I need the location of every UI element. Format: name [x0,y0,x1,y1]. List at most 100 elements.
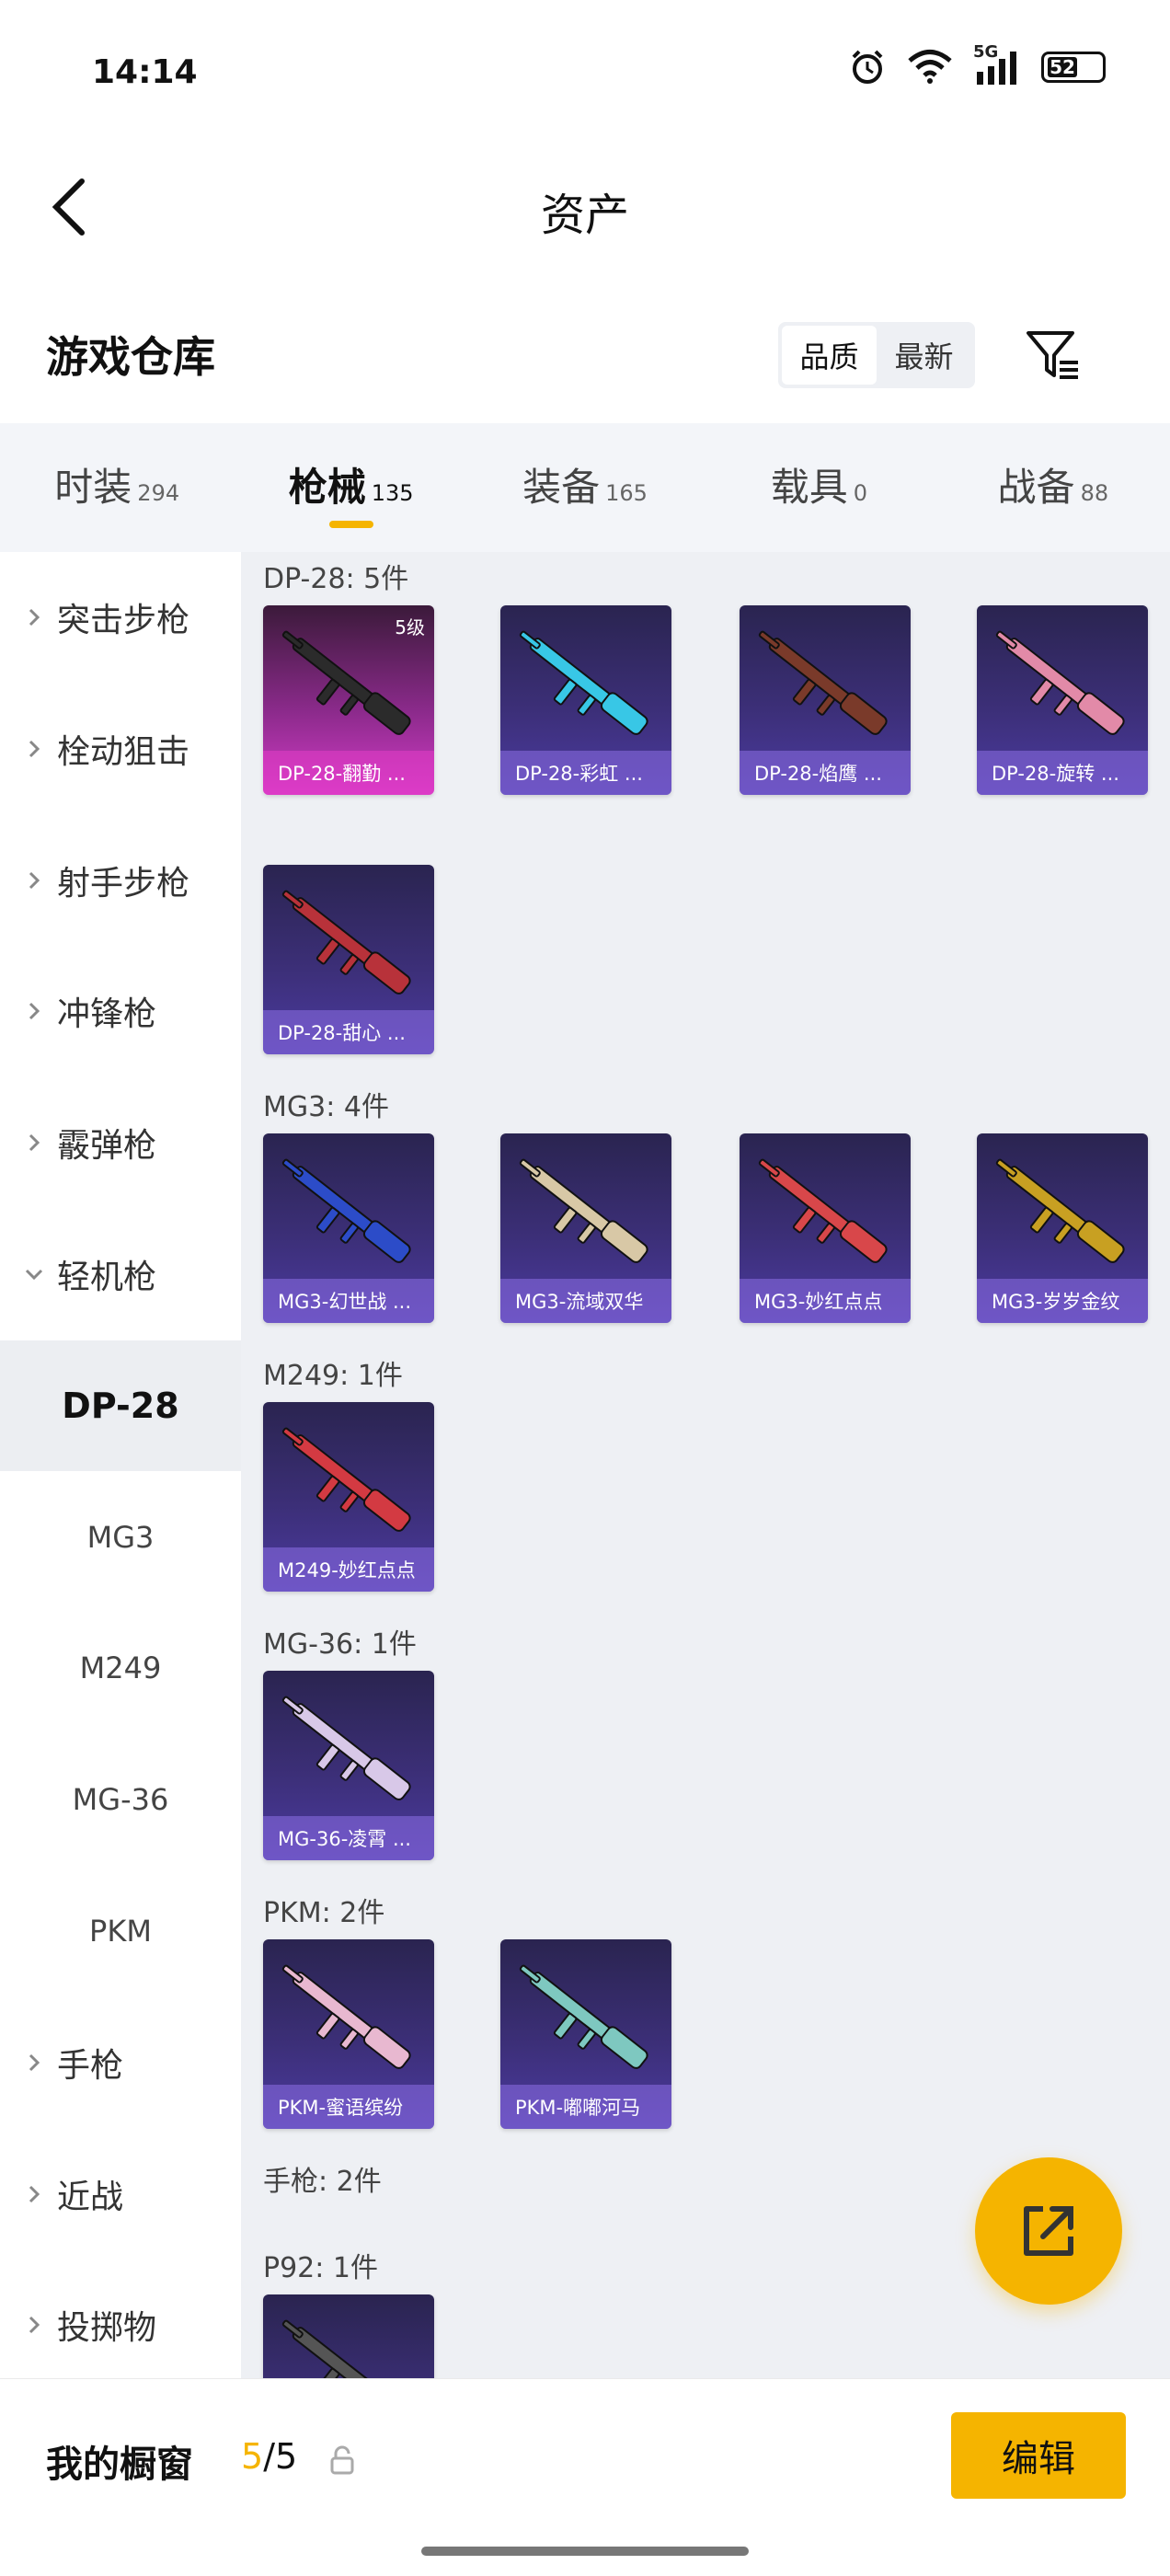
weapon-name: DP-28-彩虹 ... [500,751,671,795]
weapon-card[interactable]: DP-28-旋转 ... [977,605,1148,795]
tab-count: 165 [605,480,648,506]
sort-latest-option[interactable]: 最新 [877,326,971,385]
battery-icon: 52 [1041,52,1106,83]
edit-button[interactable]: 编辑 [951,2412,1126,2499]
weapon-grid: DP-28: 5件 5级 DP-28-翻勤 ... DP-28-彩虹 ... DP-28… [241,552,1170,2378]
sidebar-item[interactable]: 射手步枪 [0,815,241,946]
warehouse-title: 游戏仓库 [46,332,215,382]
warehouse-header: 游戏仓库 品质 最新 [0,267,1170,423]
sidebar-item[interactable]: 手枪 [0,1997,241,2128]
weapon-card[interactable]: DP-28-焰鹰 ... [740,605,911,795]
status-time: 14:14 [92,53,198,91]
tab-fashion[interactable]: 时装 294 [0,423,234,552]
home-indicator[interactable] [421,2547,749,2556]
sidebar-item-label: DP-28 [62,1385,179,1426]
weapon-card[interactable]: MG3-岁岁金纹 [977,1133,1148,1323]
weapon-card[interactable]: PKM-嘟嘟河马 [500,1939,671,2129]
weapon-card[interactable]: MG3-幻世战 ... [263,1133,434,1323]
page-title: 资产 [540,190,629,241]
sidebar-item-label: 突击步枪 [57,602,190,639]
weapon-card[interactable]: DP-28-甜心 ... [263,865,434,1054]
tab-count: 88 [1080,480,1109,506]
chevron-right-icon [29,2317,40,2334]
tab-supplies[interactable]: 战备 88 [936,423,1170,552]
chevron-right-icon [29,608,40,627]
weapon-card[interactable]: PKM-蜜语缤纷 [263,1939,434,2129]
weapon-name: M249-妙红点点 [263,1547,434,1592]
sidebar-item-label: 栓动狙击 [57,732,190,771]
sidebar-item[interactable]: 近战 [0,2129,241,2260]
sidebar-item[interactable]: 轻机枪 [0,1209,241,1340]
weapon-sidebar: 突击步枪栓动狙击射手步枪冲锋枪霰弹枪轻机枪 DP-28 MG3 M249 MG-36 PK… [0,552,241,2378]
sidebar-item[interactable]: 冲锋枪 [0,946,241,1076]
weapon-name: DP-28-焰鹰 ... [740,751,911,795]
category-tabs: 时装 294 枪械 135 装备 165 载具 0 战备 88 [0,423,1170,552]
sidebar-item[interactable]: 突击步枪 [0,552,241,683]
chevron-right-icon [29,2053,40,2071]
sidebar-item[interactable]: M249 [0,1603,241,1733]
sidebar-item[interactable]: 霰弹枪 [0,1077,241,1208]
level-badge: 5级 [395,616,425,638]
tab-label: 枪械 [288,465,366,510]
showcase-current: 5 [241,2436,264,2477]
weapon-image [995,630,1125,735]
weapon-card[interactable]: M249-妙红点点 [263,1402,434,1592]
weapon-name: MG3-流域双华 [500,1279,671,1323]
tab-label: 战备 [997,465,1075,510]
group-title: MG-36: 1件 [263,1628,417,1661]
share-fab-button[interactable] [975,2157,1122,2305]
sidebar-item-label: MG-36 [72,1782,169,1818]
status-bar: 14:14 5G 52 [0,0,1170,147]
chevron-down-icon [25,1269,43,1281]
weapon-image [281,890,411,995]
chevron-right-icon [29,740,40,757]
group-title: MG3: 4件 [263,1091,389,1123]
weapon-name: MG3-岁岁金纹 [977,1279,1148,1323]
nav-bar: 资产 [0,147,1170,267]
sidebar-item[interactable]: 投掷物 [0,2260,241,2390]
weapon-card[interactable]: DP-28-彩虹 ... [500,605,671,795]
showcase-count: 5/5 [241,2436,297,2477]
sidebar-item[interactable]: MG3 [0,1472,241,1603]
tab-label: 载具 [770,465,848,510]
tab-equipment[interactable]: 装备 165 [468,423,702,552]
sidebar-item[interactable]: PKM [0,1866,241,1996]
alarm-icon [852,50,883,84]
tab-guns[interactable]: 枪械 135 [234,423,467,552]
sidebar-item-label: 射手步枪 [57,864,190,903]
sidebar-item[interactable]: DP-28 [0,1340,241,1471]
filter-icon[interactable] [1023,326,1082,385]
weapon-name: MG-36-凌霄 ... [263,1816,434,1860]
weapon-image [281,1964,411,2069]
weapon-image [758,630,888,735]
tab-vehicles[interactable]: 载具 0 [702,423,935,552]
weapon-image [281,1696,411,1800]
sort-quality-option[interactable]: 品质 [782,326,877,385]
weapon-card[interactable]: MG-36-凌霄 ... [263,1671,434,1860]
weapon-image [281,1158,411,1263]
battery-level: 52 [1048,57,1077,77]
cellular-icon: 5G [973,42,1021,86]
tab-count: 294 [137,480,180,506]
weapon-card[interactable]: MG3-妙红点点 [740,1133,911,1323]
weapon-name: DP-28-翻勤 ... [263,751,434,795]
sort-toggle: 品质 最新 [778,322,975,388]
weapon-card[interactable]: MG3-流域双华 [500,1133,671,1323]
tab-label: 装备 [522,465,601,510]
tab-count: 0 [853,480,868,506]
sidebar-item[interactable]: 栓动狙击 [0,684,241,814]
sidebar-item[interactable]: MG-36 [0,1734,241,1865]
weapon-card[interactable] [263,2294,434,2378]
showcase-label: 我的橱窗 [46,2444,193,2486]
weapon-image [519,630,648,735]
sidebar-item-label: 轻机枪 [57,1259,157,1296]
weapon-image [281,1427,411,1532]
weapon-name: PKM-嘟嘟河马 [500,2085,671,2129]
status-icons: 5G 52 [848,42,1106,86]
weapon-image [995,1158,1125,1263]
group-title: 手枪: 2件 [263,2166,382,2198]
chevron-right-icon [29,1003,40,1020]
weapon-card[interactable]: 5级 DP-28-翻勤 ... [263,605,434,795]
sidebar-item-label: 霰弹枪 [57,1127,157,1166]
tab-label: 时装 [54,465,132,510]
